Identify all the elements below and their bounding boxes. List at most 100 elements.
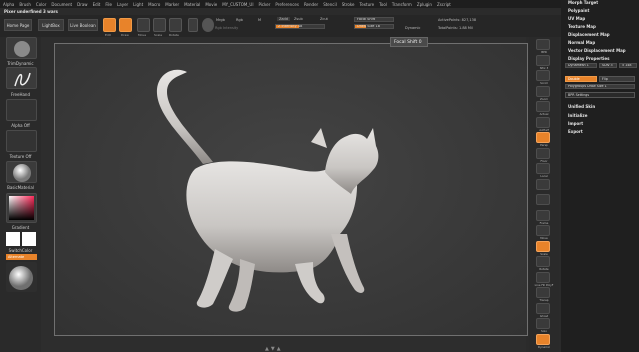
secondary-color-swatch[interactable] xyxy=(22,232,36,246)
alpha-thumbnail[interactable] xyxy=(6,99,37,121)
switch-color-label[interactable]: SwitchColor xyxy=(0,248,41,253)
dynamesh-slider[interactable]: Dynamesh 1 xyxy=(565,63,597,68)
bottom-tray-toggle-icon[interactable]: ▲▼▲ xyxy=(265,346,283,352)
menu-document[interactable]: Document xyxy=(51,2,72,7)
draw-size-slider[interactable]: Draw Size 18 xyxy=(354,24,394,29)
tool-palette: Morph Target Polypaint UV Map Texture Ma… xyxy=(561,0,639,352)
menu-picker[interactable]: Picker xyxy=(259,2,271,7)
right-shelf-button-dynamic[interactable] xyxy=(536,333,550,345)
right-shelf-button-scale[interactable] xyxy=(536,240,550,252)
ss-slider[interactable]: 5 148 xyxy=(619,63,637,68)
alternate-button[interactable]: Alternate xyxy=(6,254,37,260)
import-menu[interactable]: Import xyxy=(568,121,583,126)
texture-map-menu[interactable]: Texture Map xyxy=(568,24,596,29)
right-shelf-button-ghost[interactable] xyxy=(536,302,550,314)
brush-thumbnail[interactable] xyxy=(6,37,37,59)
menu-light[interactable]: Light xyxy=(133,2,143,7)
live-boolean-button[interactable]: Live Boolean xyxy=(68,19,98,31)
main-color-swatch[interactable] xyxy=(6,232,20,246)
right-shelf-button-blank-10[interactable] xyxy=(536,194,550,205)
menu-my-custom-ui[interactable]: MY_CUSTOM_UI xyxy=(222,2,253,7)
menu-material[interactable]: Material xyxy=(184,2,200,7)
right-shelf-button-actual[interactable] xyxy=(536,101,550,112)
rgb-label[interactable]: Rgb xyxy=(236,18,243,22)
bpr-settings-button[interactable]: BPR Settings xyxy=(565,92,635,98)
menu-stroke[interactable]: Stroke xyxy=(342,2,355,7)
export-menu[interactable]: Export xyxy=(568,129,583,134)
rgb-intensity-label[interactable]: Rgb Intensity xyxy=(215,26,238,30)
menu-brush[interactable]: Brush xyxy=(19,2,31,7)
texture-thumbnail[interactable] xyxy=(6,130,37,152)
morph-target-menu[interactable]: Morph Target xyxy=(568,0,598,5)
menu-macro[interactable]: Macro xyxy=(148,2,160,7)
right-shelf-button-spix-3[interactable] xyxy=(536,54,550,66)
right-shelf-button-move[interactable] xyxy=(536,225,550,236)
color-picker[interactable] xyxy=(6,193,37,223)
right-shelf-button-line-fill-polyf[interactable] xyxy=(536,271,550,283)
right-shelf-button-blank-9[interactable] xyxy=(536,178,550,190)
menu-alpha[interactable]: Alpha xyxy=(3,2,14,7)
lightbox-button[interactable]: LightBox xyxy=(38,19,64,31)
move-mode-button[interactable] xyxy=(137,18,150,32)
flip-button[interactable]: Flip xyxy=(599,76,635,82)
displacement-map-menu[interactable]: Displacement Map xyxy=(568,32,610,37)
menu-layer[interactable]: Layer xyxy=(117,2,128,7)
right-shelf-button-transp[interactable] xyxy=(536,287,550,298)
right-shelf-button-zoom[interactable] xyxy=(536,85,550,97)
document-canvas[interactable] xyxy=(54,43,528,336)
initialize-menu[interactable]: Initialize xyxy=(568,113,587,118)
unified-skin-menu[interactable]: Unified Skin xyxy=(568,104,595,109)
right-shelf-button-bpr[interactable] xyxy=(536,39,550,50)
z-intensity-slider[interactable]: Z Intensity 48 xyxy=(275,24,325,29)
material-thumbnail[interactable] xyxy=(6,161,37,183)
draw-mode-button[interactable] xyxy=(119,18,132,32)
menu-movie[interactable]: Movie xyxy=(205,2,217,7)
m-label[interactable]: M xyxy=(258,18,261,22)
right-shelf-button-floor[interactable] xyxy=(536,147,550,159)
display-properties-menu[interactable]: Display Properties xyxy=(568,56,609,61)
polypaint-menu[interactable]: Polypaint xyxy=(568,8,589,13)
right-shelf-button-scroll[interactable] xyxy=(536,70,550,81)
rotate-mode-button[interactable] xyxy=(169,18,182,32)
menu-render[interactable]: Render xyxy=(304,2,318,7)
right-shelf-button-frame[interactable] xyxy=(536,209,550,221)
menu-color[interactable]: Color xyxy=(36,2,46,7)
right-shelf-button-local[interactable] xyxy=(536,163,550,174)
polygroups-draw-size-slider[interactable]: Polygroups Draw Size 1 xyxy=(565,84,635,89)
stroke-thumbnail[interactable] xyxy=(6,67,37,89)
menu-zplugin[interactable]: Zplugin xyxy=(417,2,432,7)
mrgb-label[interactable]: Mrgb xyxy=(216,18,225,22)
double-button[interactable]: Double xyxy=(565,76,597,82)
menu-tool[interactable]: Tool xyxy=(379,2,387,7)
menu-stencil[interactable]: Stencil xyxy=(323,2,337,7)
mrgb-button[interactable] xyxy=(188,18,198,32)
menu-transform[interactable]: Transform xyxy=(392,2,412,7)
right-shelf-button-solo[interactable] xyxy=(536,318,550,329)
zadd-button[interactable]: Zadd xyxy=(277,17,290,21)
zcut-button[interactable]: Zcut xyxy=(320,17,328,21)
tool-thumbnail[interactable] xyxy=(6,262,37,292)
scale-mode-button[interactable] xyxy=(153,18,166,32)
uv-map-menu[interactable]: UV Map xyxy=(568,16,585,21)
menu-zscript[interactable]: Zscript xyxy=(437,2,451,7)
zsub-button[interactable]: Zsub xyxy=(294,17,303,21)
color-swatch-field[interactable] xyxy=(9,196,34,220)
vector-displacement-map-menu[interactable]: Vector Displacement Map xyxy=(568,48,626,53)
right-shelf-button-persp[interactable] xyxy=(536,132,550,143)
menu-edit[interactable]: Edit xyxy=(93,2,101,7)
right-shelf-button-rotate[interactable] xyxy=(536,256,550,267)
right-shelf-button-aahalf[interactable] xyxy=(536,116,550,128)
normal-map-menu[interactable]: Normal Map xyxy=(568,40,595,45)
cat-model-icon[interactable] xyxy=(55,44,529,337)
menu-texture[interactable]: Texture xyxy=(359,2,374,7)
color-picker-icon[interactable] xyxy=(202,18,214,32)
edit-mode-button[interactable] xyxy=(103,18,116,32)
home-page-button[interactable]: Home Page xyxy=(4,19,32,31)
dynamic-toggle[interactable]: Dynamic xyxy=(405,26,420,30)
menu-preferences[interactable]: Preferences xyxy=(275,2,299,7)
menu-draw[interactable]: Draw xyxy=(77,2,87,7)
menu-file[interactable]: File xyxy=(105,2,112,7)
focal-shift-slider[interactable]: Focal Shift xyxy=(354,17,394,22)
menu-marker[interactable]: Marker xyxy=(165,2,179,7)
sdiv-slider[interactable]: SDiv 3 xyxy=(599,63,617,68)
